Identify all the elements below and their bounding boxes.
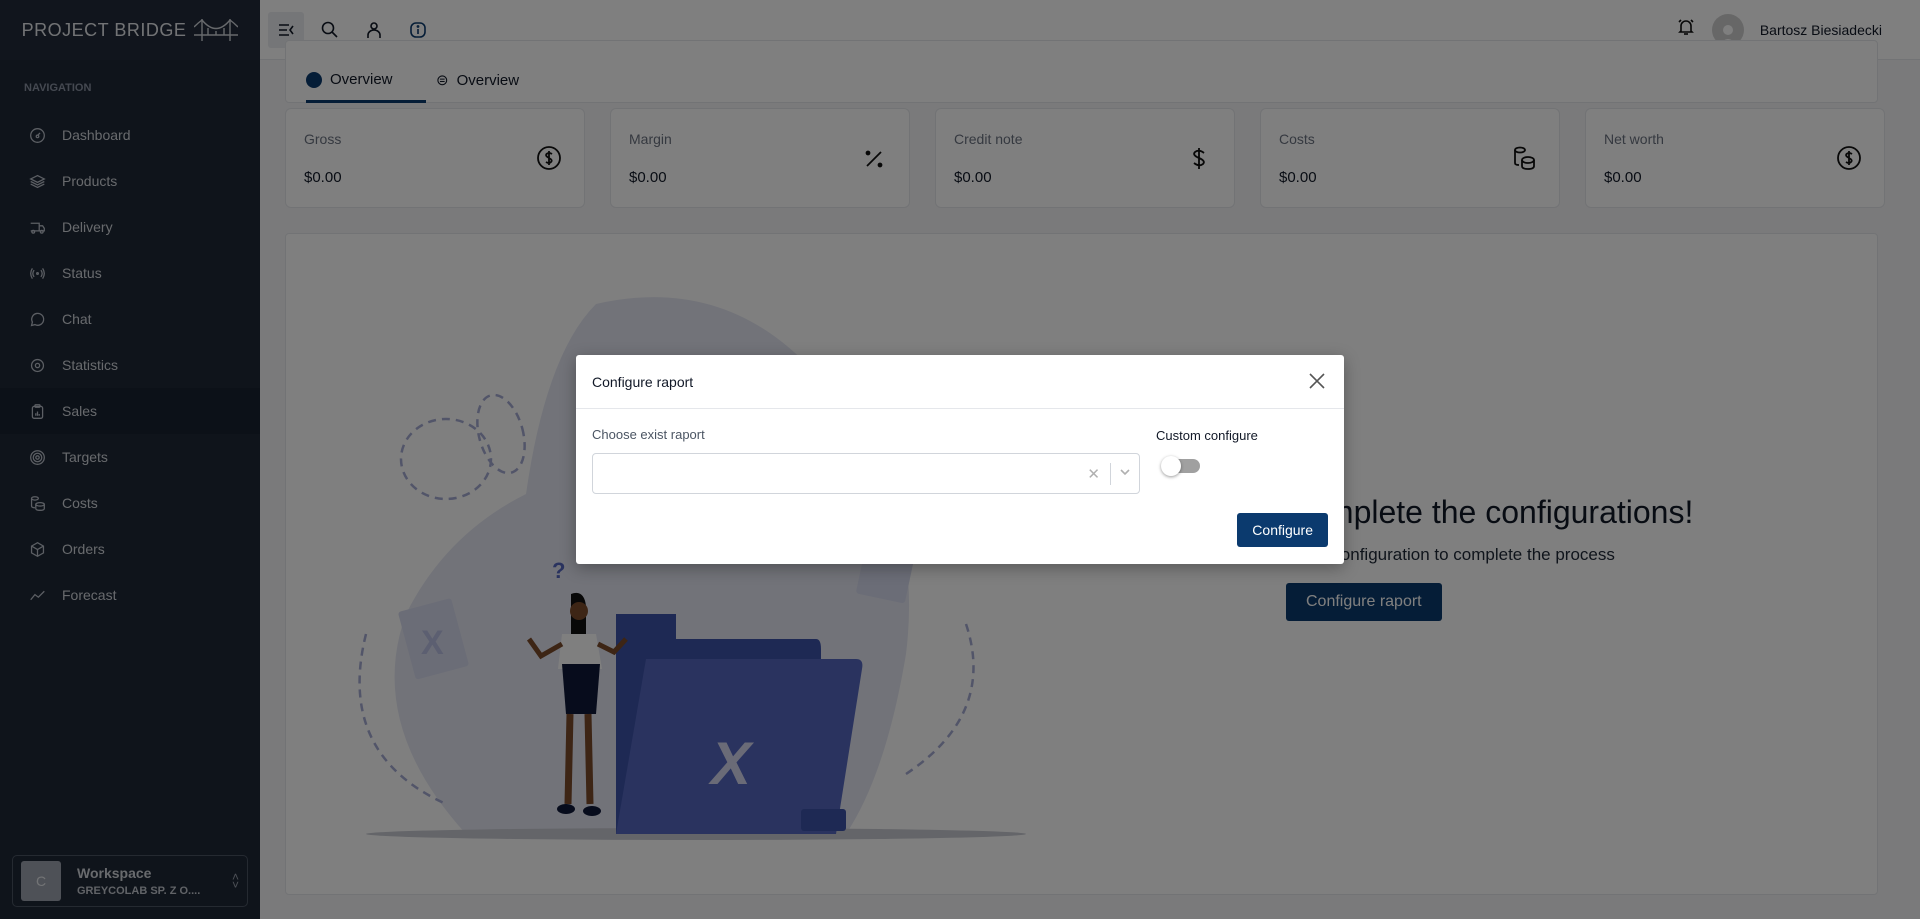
- choose-raport-select[interactable]: ✕: [592, 453, 1140, 494]
- close-icon: [1309, 372, 1325, 389]
- chevron-down-icon[interactable]: [1119, 465, 1131, 483]
- configure-raport-modal: Configure raport Choose exist raport ✕ C…: [576, 355, 1344, 564]
- custom-configure-label: Custom configure: [1156, 428, 1258, 443]
- configure-button[interactable]: Configure: [1237, 513, 1328, 547]
- custom-configure-toggle[interactable]: [1161, 456, 1200, 476]
- close-button[interactable]: [1308, 372, 1328, 392]
- choose-raport-label: Choose exist raport: [592, 427, 705, 442]
- modal-body: Choose exist raport ✕ Custom configure C…: [576, 409, 1344, 564]
- toggle-knob: [1161, 456, 1181, 476]
- select-separator: [1110, 462, 1111, 485]
- modal-header: Configure raport: [576, 355, 1344, 409]
- modal-title: Configure raport: [592, 373, 694, 390]
- clear-icon[interactable]: ✕: [1087, 465, 1100, 483]
